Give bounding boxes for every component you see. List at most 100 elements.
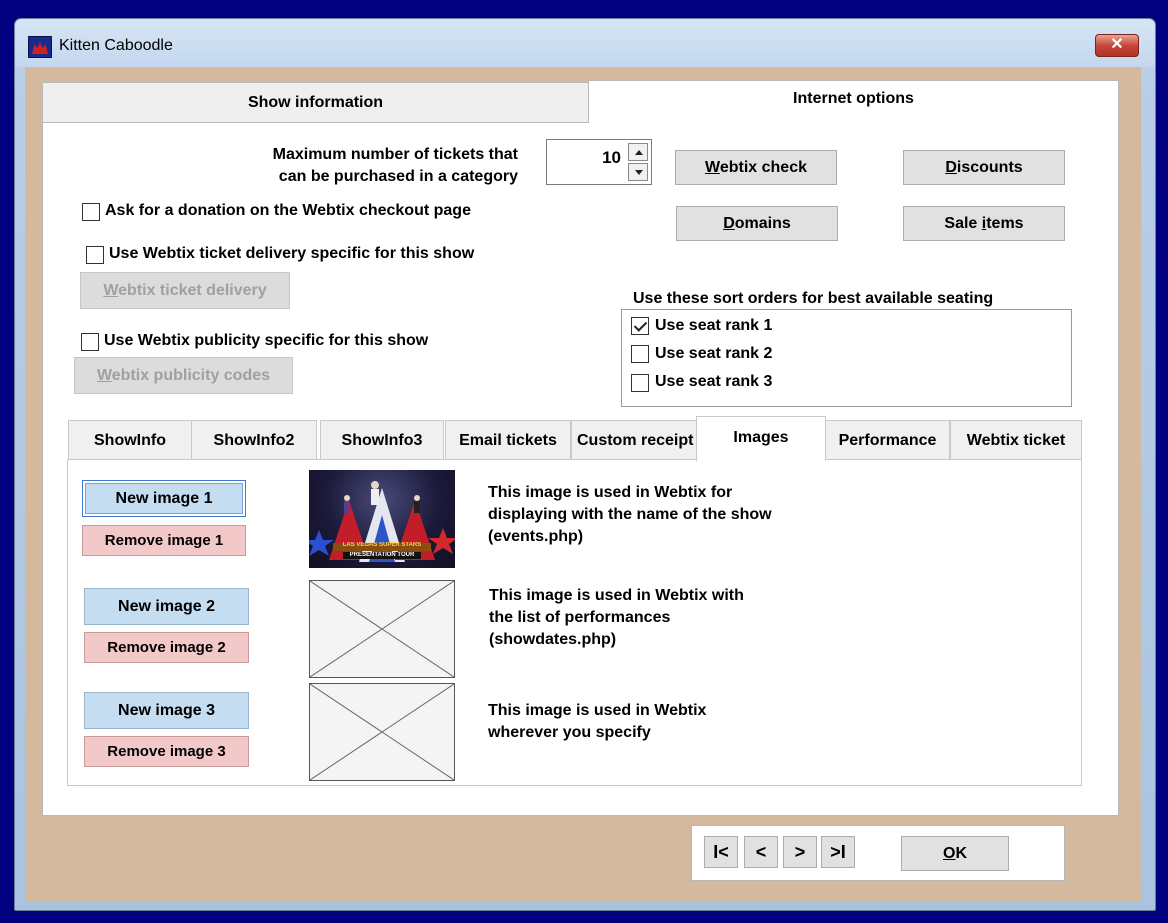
images-panel: New image 1 Remove image 1 LAS VEGAS SUP…	[67, 459, 1082, 786]
internet-options-panel: Maximum number of tickets that can be pu…	[42, 122, 1119, 816]
app-window: Kitten Caboodle ✕ Show information Inter…	[14, 18, 1156, 911]
remove-image-1-button[interactable]: Remove image 1	[82, 525, 246, 556]
webtix-check-button[interactable]: Webtix check	[675, 150, 837, 185]
sale-items-button[interactable]: Sale items	[903, 206, 1065, 241]
button-label: iscounts	[956, 159, 1023, 176]
image-1-description: This image is used in Webtix for display…	[488, 482, 772, 548]
accel-key: W	[705, 159, 720, 176]
button-label: Remove image 3	[107, 743, 226, 760]
tab-label: ShowInfo2	[213, 432, 295, 449]
accel-key: D	[723, 215, 735, 232]
publicity-label: Use Webtix publicity specific for this s…	[104, 332, 429, 349]
show-image-caption-2: PRESENTATION TOUR	[349, 552, 415, 558]
window-title: Kitten Caboodle	[59, 37, 173, 54]
seat-rank-2-checkbox[interactable]	[631, 345, 649, 363]
accel-key: W	[103, 282, 119, 299]
next-record-button[interactable]: >	[783, 836, 817, 868]
previous-icon: <	[755, 842, 767, 862]
remove-image-2-button[interactable]: Remove image 2	[84, 632, 249, 663]
tab-showinfo[interactable]: ShowInfo	[68, 420, 192, 460]
tab-label: Custom receipt	[577, 432, 694, 449]
button-label: New image 1	[115, 490, 213, 507]
webtix-ticket-delivery-button[interactable]: Webtix ticket delivery	[80, 272, 290, 309]
tab-email-tickets[interactable]: Email tickets	[445, 420, 571, 460]
description-line: This image is used in Webtix with	[489, 587, 744, 604]
discounts-button[interactable]: Discounts	[903, 150, 1065, 185]
tab-label: Performance	[838, 432, 937, 449]
tab-label: ShowInfo3	[341, 432, 423, 449]
publicity-checkbox[interactable]	[81, 333, 99, 351]
description-line: displaying with the name of the show	[488, 506, 772, 523]
seat-rank-1-checkbox[interactable]	[631, 317, 649, 335]
remove-image-3-button[interactable]: Remove image 3	[84, 736, 249, 767]
button-label: ebtix publicity codes	[111, 367, 271, 384]
new-image-1-button[interactable]: New image 1	[82, 480, 246, 517]
empty-image-icon	[309, 683, 455, 781]
image-2-placeholder	[309, 580, 455, 678]
first-record-button[interactable]: I<	[704, 836, 738, 868]
accel-key: D	[945, 159, 957, 176]
tab-label: Email tickets	[459, 432, 557, 449]
ticket-delivery-checkbox[interactable]	[86, 246, 104, 264]
show-image-caption-1: LAS VEGAS SUPER STARS	[342, 542, 422, 548]
arrow-up-icon	[635, 150, 643, 155]
new-image-3-button[interactable]: New image 3	[84, 692, 249, 729]
seat-rank-2-label: Use seat rank 2	[655, 345, 773, 362]
image-3-placeholder	[309, 683, 455, 781]
tab-label: Webtix ticket	[966, 432, 1066, 449]
last-icon: >I	[830, 842, 846, 862]
arrow-down-icon	[635, 170, 643, 175]
button-label: Sale	[944, 215, 982, 232]
button-label: Remove image 2	[107, 639, 226, 656]
ok-button[interactable]: OK	[901, 836, 1009, 871]
close-button[interactable]: ✕	[1095, 34, 1139, 57]
tab-label: Internet options	[793, 90, 914, 107]
tab-label: Images	[733, 429, 789, 446]
image-2-description: This image is used in Webtix with the li…	[489, 585, 744, 651]
seat-rank-3-checkbox[interactable]	[631, 374, 649, 392]
domains-button[interactable]: Domains	[676, 206, 838, 241]
title-bar: Kitten Caboodle ✕	[15, 19, 1155, 67]
tab-showinfo2[interactable]: ShowInfo2	[191, 420, 317, 460]
description-line: the list of performances	[489, 609, 671, 626]
spin-up-button[interactable]	[628, 143, 648, 161]
tab-webtix-ticket[interactable]: Webtix ticket	[950, 420, 1082, 460]
max-tickets-value: 10	[602, 148, 621, 167]
description-line: This image is used in Webtix	[488, 702, 707, 719]
spin-down-button[interactable]	[628, 163, 648, 181]
app-icon	[28, 36, 52, 58]
dialog-body: Show information Internet options Maximu…	[25, 67, 1141, 901]
tab-label: Show information	[247, 94, 384, 111]
empty-image-icon	[309, 580, 455, 678]
webtix-publicity-codes-button[interactable]: Webtix publicity codes	[74, 357, 293, 394]
max-tickets-label-2: can be purchased in a category	[278, 168, 518, 185]
button-label: omains	[734, 215, 791, 232]
description-line: wherever you specify	[488, 724, 651, 741]
last-record-button[interactable]: >I	[821, 836, 855, 868]
close-icon: ✕	[1110, 36, 1124, 53]
sort-orders-title: Use these sort orders for best available…	[633, 290, 994, 307]
first-icon: I<	[713, 842, 729, 862]
sort-orders-group: Use seat rank 1 Use seat rank 2 Use seat…	[621, 309, 1072, 407]
max-tickets-label-1: Maximum number of tickets that	[272, 146, 518, 163]
seat-rank-3-label: Use seat rank 3	[655, 373, 773, 390]
tab-images[interactable]: Images	[696, 416, 826, 461]
tab-performance[interactable]: Performance	[825, 420, 950, 460]
ticket-delivery-label: Use Webtix ticket delivery specific for …	[109, 245, 475, 262]
previous-record-button[interactable]: <	[744, 836, 778, 868]
button-label: ebtix ticket delivery	[118, 282, 267, 299]
tab-internet-options[interactable]: Internet options	[588, 80, 1119, 123]
description-line: (showdates.php)	[489, 631, 617, 648]
tab-show-information[interactable]: Show information	[42, 82, 589, 122]
button-label: tems	[986, 215, 1024, 232]
accel-key: W	[96, 367, 112, 384]
tab-showinfo3[interactable]: ShowInfo3	[320, 420, 444, 460]
new-image-2-button[interactable]: New image 2	[84, 588, 249, 625]
tab-custom-receipt[interactable]: Custom receipt	[571, 420, 697, 460]
button-label: ebtix check	[719, 159, 807, 176]
description-line: This image is used in Webtix for	[488, 484, 733, 501]
tab-label: ShowInfo	[94, 432, 166, 449]
donation-checkbox[interactable]	[82, 203, 100, 221]
accel-key: O	[942, 845, 956, 862]
max-tickets-spinner[interactable]: 10	[546, 139, 652, 185]
